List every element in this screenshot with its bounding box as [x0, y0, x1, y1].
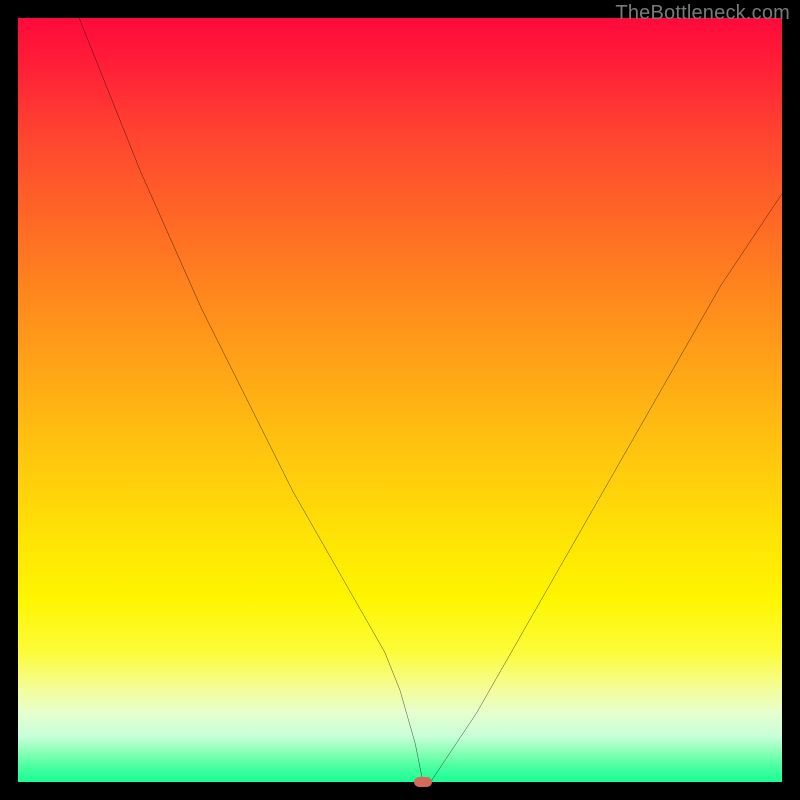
- watermark-text: TheBottleneck.com: [615, 2, 790, 25]
- bottleneck-curve: [18, 18, 782, 782]
- chart-frame: TheBottleneck.com: [0, 0, 800, 800]
- optimum-marker: [414, 777, 432, 787]
- plot-area: [18, 18, 782, 782]
